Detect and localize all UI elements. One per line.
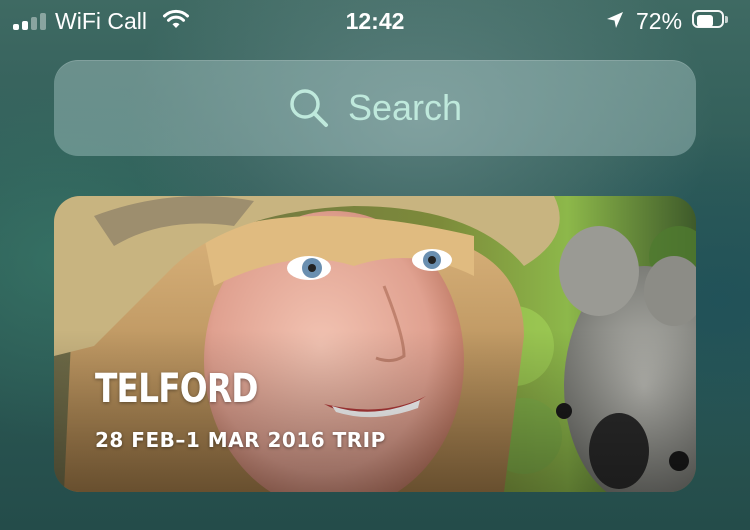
battery-percentage: 72% bbox=[636, 8, 683, 34]
location-arrow-icon bbox=[607, 12, 623, 28]
search-icon bbox=[290, 89, 328, 127]
memory-card[interactable]: TELFORD 28 FEB–1 MAR 2016 TRIP bbox=[54, 196, 696, 492]
search-bar[interactable]: Search bbox=[54, 60, 696, 156]
memory-title: TELFORD bbox=[95, 366, 259, 412]
status-bar: WiFi Call 12:42 72% bbox=[0, 0, 750, 40]
memory-subtitle: 28 FEB–1 MAR 2016 TRIP bbox=[95, 428, 386, 452]
battery-icon bbox=[692, 10, 730, 30]
search-placeholder: Search bbox=[347, 87, 463, 128]
